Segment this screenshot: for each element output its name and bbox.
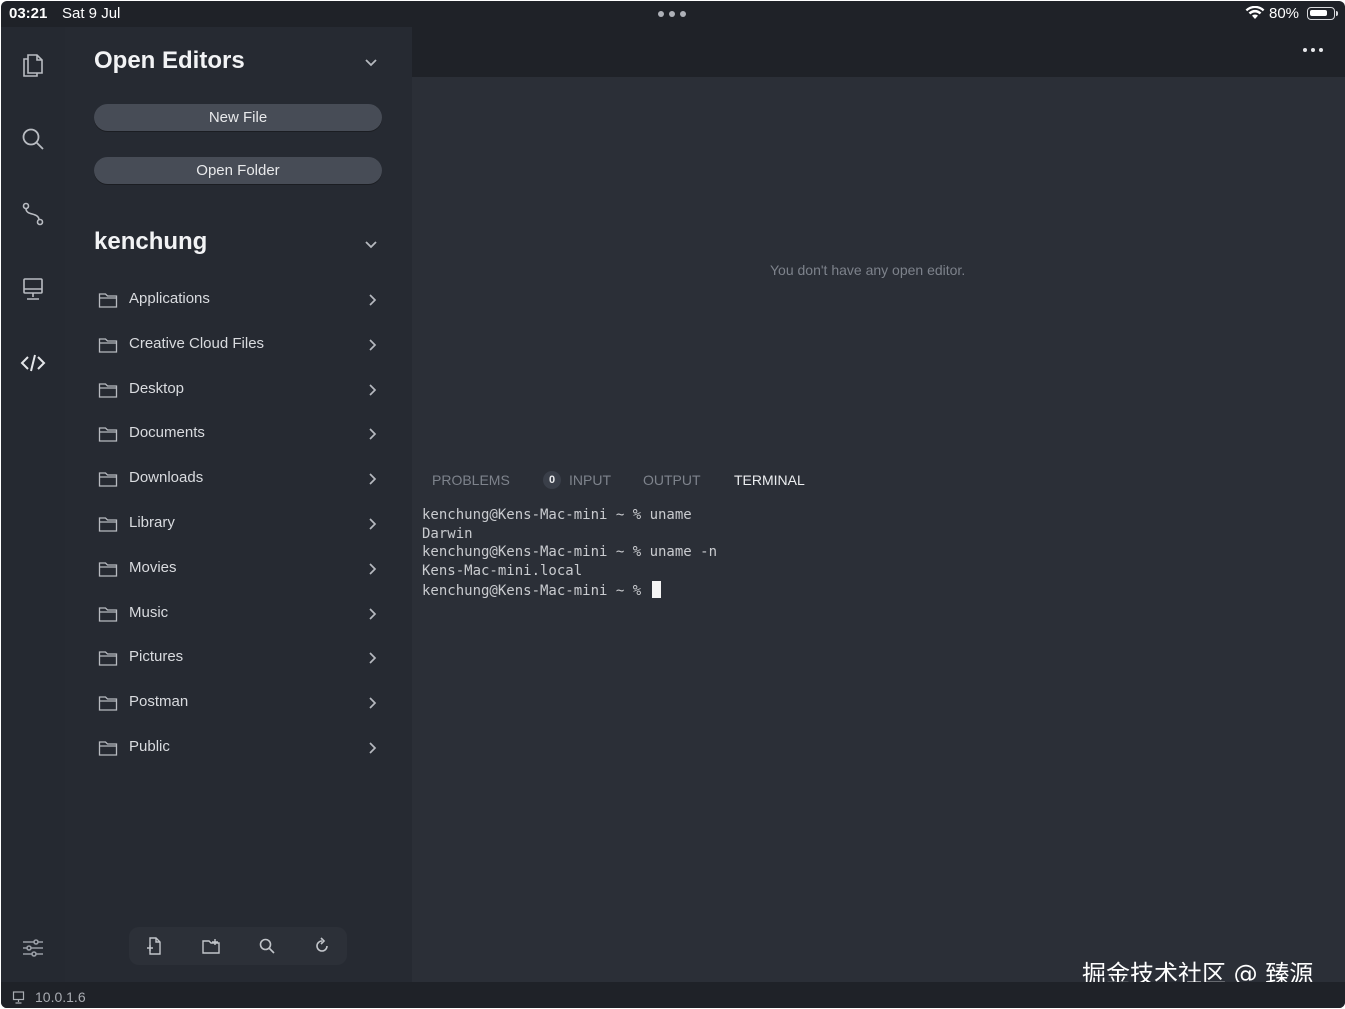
- tree-folder-item[interactable]: Applications: [94, 280, 386, 325]
- chevron-right-icon: [369, 294, 377, 306]
- folder-icon: [98, 382, 118, 398]
- more-options-icon[interactable]: [1303, 48, 1325, 54]
- tree-folder-item[interactable]: Library: [94, 504, 386, 549]
- explorer-toolbar: [129, 927, 347, 965]
- folder-icon: [98, 338, 118, 353]
- chevron-right-icon: [369, 607, 377, 620]
- file-tree: Applications Creative Cloud Files Desktop D…: [94, 280, 386, 773]
- activity-bar: [1, 27, 65, 982]
- open-folder-button[interactable]: Open Folder: [94, 157, 382, 184]
- chevron-right-icon: [369, 742, 377, 754]
- folder-icon: [98, 651, 118, 667]
- problems-count-badge: 0: [543, 471, 561, 489]
- new-file-button[interactable]: New File: [94, 104, 382, 131]
- terminal-line: Kens-Mac-mini.local: [422, 563, 583, 580]
- tree-folder-label: Desktop: [129, 379, 185, 397]
- chevron-right-icon: [369, 652, 377, 664]
- tree-folder-label: Documents: [129, 424, 205, 442]
- folder-icon: [98, 606, 118, 622]
- new-folder-icon[interactable]: [201, 936, 221, 956]
- folder-icon: [98, 562, 118, 577]
- tree-folder-item[interactable]: Music: [94, 594, 386, 639]
- terminal-line: kenchung@Kens-Mac-mini ~ % uname -n: [422, 544, 718, 561]
- code-icon[interactable]: [15, 345, 51, 381]
- search-files-icon[interactable]: [257, 936, 277, 956]
- tree-folder-item[interactable]: Public: [94, 728, 386, 773]
- terminal-prompt: kenchung@Kens-Mac-mini ~ %: [422, 582, 650, 599]
- open-editors-title: Open Editors: [94, 47, 245, 74]
- terminal-line: kenchung@Kens-Mac-mini ~ % uname: [422, 507, 692, 523]
- tree-folder-label: Creative Cloud Files: [129, 334, 265, 352]
- search-icon[interactable]: [15, 121, 51, 157]
- refresh-icon[interactable]: [312, 936, 332, 956]
- chevron-right-icon: [369, 697, 377, 709]
- tree-folder-item[interactable]: Pictures: [94, 638, 386, 683]
- folder-icon: [98, 741, 118, 756]
- status-date: Sat 9 Jul: [62, 5, 121, 22]
- tree-folder-item[interactable]: Downloads: [94, 459, 386, 504]
- tree-folder-item[interactable]: Desktop: [94, 370, 386, 415]
- tree-folder-label: Music: [129, 603, 169, 621]
- chevron-down-icon[interactable]: [363, 55, 379, 71]
- chevron-right-icon: [369, 339, 377, 351]
- status-footer: 10.0.1.6: [1, 982, 1345, 1008]
- tree-folder-item[interactable]: Creative Cloud Files: [94, 325, 386, 370]
- workspace-folder-title: kenchung: [94, 228, 208, 255]
- explorer-sidebar: Open Editors New File Open Folder kenchu…: [65, 27, 412, 982]
- tab-input[interactable]: INPUT: [569, 472, 611, 488]
- battery-percentage: 80%: [1269, 5, 1300, 22]
- chevron-down-icon[interactable]: [363, 237, 379, 253]
- chevron-right-icon: [369, 563, 377, 575]
- terminal-prompt-line: kenchung@Kens-Mac-mini ~ %: [422, 580, 717, 601]
- remote-host-icon[interactable]: [15, 271, 51, 307]
- terminal-cursor: [651, 580, 661, 598]
- settings-sliders-icon[interactable]: [15, 930, 51, 966]
- explorer-icon[interactable]: [15, 46, 51, 82]
- tree-folder-label: Pictures: [129, 648, 184, 666]
- folder-icon: [98, 427, 118, 443]
- terminal-output[interactable]: kenchung@Kens-Mac-mini ~ % uname Darwin ke…: [422, 506, 717, 601]
- tree-folder-label: Public: [129, 737, 170, 755]
- tree-folder-item[interactable]: Postman: [94, 683, 386, 728]
- status-bar: 03:21 Sat 9 Jul 80%: [1, 1, 1345, 27]
- source-control-icon[interactable]: [15, 196, 51, 232]
- tab-problems[interactable]: PROBLEMS: [432, 472, 510, 488]
- status-time: 03:21: [9, 5, 48, 22]
- empty-editor-message: You don't have any open editor.: [770, 262, 966, 278]
- tree-folder-item[interactable]: Movies: [94, 549, 386, 594]
- remote-host-address[interactable]: 10.0.1.6: [35, 989, 86, 1005]
- editor-area: You don't have any open editor. PROBLEMS…: [412, 77, 1345, 988]
- tree-folder-label: Applications: [129, 290, 210, 307]
- terminal-line: Darwin: [422, 525, 473, 542]
- remote-host-icon: [12, 991, 25, 1004]
- folder-icon: [98, 293, 118, 308]
- folder-icon: [98, 517, 118, 532]
- chevron-right-icon: [369, 383, 377, 396]
- tree-folder-item[interactable]: Documents: [94, 414, 386, 459]
- chevron-right-icon: [369, 428, 377, 440]
- new-file-icon[interactable]: [144, 936, 164, 956]
- tree-folder-label: Movies: [129, 558, 177, 576]
- tree-folder-label: Postman: [129, 693, 189, 711]
- battery-icon: [1307, 7, 1335, 20]
- folder-icon: [98, 472, 118, 487]
- tab-terminal[interactable]: TERMINAL: [734, 472, 805, 488]
- tab-output[interactable]: OUTPUT: [643, 472, 701, 488]
- tree-folder-label: Library: [129, 513, 175, 531]
- chevron-right-icon: [369, 473, 377, 485]
- multitasking-dots-icon[interactable]: [658, 11, 688, 17]
- tree-folder-label: Downloads: [129, 469, 204, 487]
- app-window: 03:21 Sat 9 Jul 80% Open Editors New Fil…: [1, 1, 1345, 1008]
- folder-icon: [98, 696, 118, 711]
- chevron-right-icon: [369, 518, 377, 530]
- wifi-icon: [1245, 6, 1265, 19]
